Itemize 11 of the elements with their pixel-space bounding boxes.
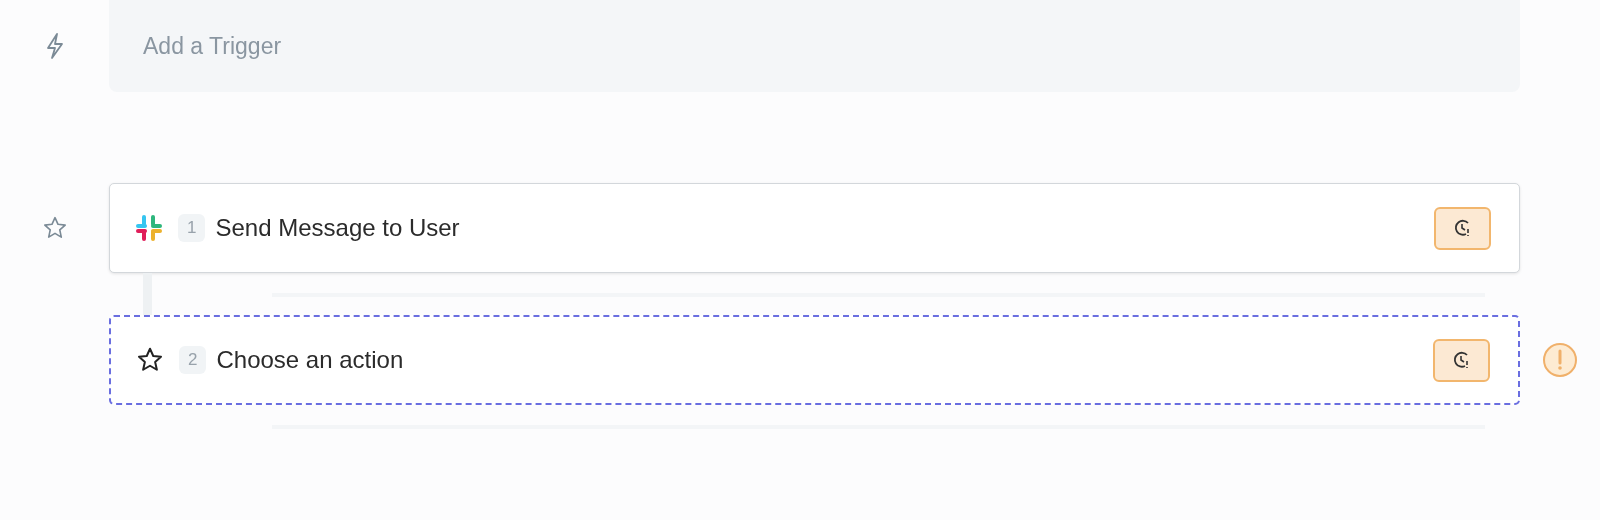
trigger-field[interactable]: Add a Trigger <box>109 0 1520 92</box>
step-number: 1 <box>178 214 206 242</box>
step-card[interactable]: 1 Send Message to User <box>109 183 1520 273</box>
step-title: Send Message to User <box>215 214 460 242</box>
app-logo-icon <box>134 213 164 243</box>
star-icon[interactable] <box>41 215 68 241</box>
delay-button[interactable] <box>1434 206 1491 250</box>
step-card[interactable]: 2 Choose an action <box>109 315 1520 405</box>
delay-button[interactable] <box>1433 338 1490 382</box>
step-number: 2 <box>179 346 207 374</box>
step-title: Choose an action <box>216 346 404 374</box>
